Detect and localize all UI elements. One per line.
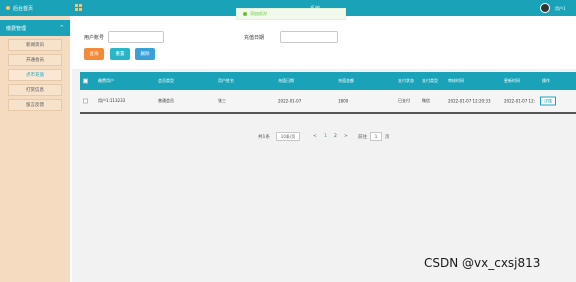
header-cell: 支付状态: [398, 78, 414, 83]
cell-user: 用户1:113233: [98, 98, 126, 103]
chevron-up-icon: ^: [59, 25, 64, 31]
main-content: 用户账号 充值日期 查询 重置 删除 缴费用户 会员类型 用户姓名 充值日期 充…: [72, 16, 576, 282]
goto-page-input[interactable]: 1: [370, 132, 382, 141]
sidebar-item-reward[interactable]: 打赏信息: [8, 84, 62, 96]
header-cell: 操作: [542, 78, 550, 83]
header-cell: 更新时间: [504, 78, 520, 83]
cell-pay-status: 已支付: [398, 98, 410, 103]
sidebar-home[interactable]: 后台首页: [0, 0, 70, 16]
detail-button[interactable]: 详情: [540, 96, 556, 106]
search-panel: 用户账号 充值日期 查询 重置 删除: [72, 16, 576, 69]
cell-pay-type: 微信: [422, 98, 430, 103]
toast-message: 添加成功!: [250, 11, 268, 16]
delete-button[interactable]: 删除: [135, 48, 155, 60]
page-suffix: 页: [385, 135, 390, 140]
header-cell: 充值日期: [278, 78, 294, 83]
recharge-date-label: 充值日期: [244, 35, 265, 41]
prev-page-button[interactable]: <: [313, 134, 317, 139]
header-cell: 充值金额: [338, 78, 354, 83]
header-cell: 缴费用户: [98, 78, 114, 83]
cell-amount: 1800: [338, 98, 349, 104]
header-cell: 用户姓名: [218, 78, 234, 83]
page-size-select[interactable]: 10条/页: [276, 132, 300, 141]
page-1-button[interactable]: 1: [324, 134, 327, 139]
sidebar-item-feedback[interactable]: 留言反馈: [8, 99, 62, 111]
cell-review-time: 2022-01-07 12:20:33: [448, 98, 491, 104]
row-checkbox[interactable]: [83, 98, 88, 104]
header-cell: 支付类型: [422, 78, 438, 83]
success-toast: 添加成功!: [236, 8, 346, 20]
home-icon: [6, 6, 10, 10]
recharge-date-input[interactable]: [280, 31, 338, 43]
page-2-button[interactable]: 2: [334, 134, 337, 139]
goto-label: 前往: [358, 135, 367, 140]
avatar[interactable]: [540, 3, 550, 13]
grid-menu-icon[interactable]: [75, 4, 82, 11]
header-cell: 审核时间: [448, 78, 464, 83]
header-cell: 会员类型: [158, 78, 174, 83]
select-all-checkbox[interactable]: [83, 78, 88, 84]
cell-recharge-date: 2022-01-07: [278, 98, 302, 104]
reset-button[interactable]: 重置: [110, 48, 130, 60]
pagination-total: 共1条: [258, 135, 270, 140]
sidebar-item-recharge[interactable]: 点币充值: [8, 69, 62, 81]
table-row[interactable]: 用户1:113233 普通会员 张三 2022-01-07 1800 已支付 微…: [80, 90, 576, 114]
sidebar-group-payment[interactable]: 缴费管理 ^: [0, 20, 70, 36]
user-account-label: 用户账号: [84, 35, 105, 41]
query-button[interactable]: 查询: [84, 48, 104, 60]
sidebar: 后台首页 缴费管理 ^ 新闻资讯 开通会员 点币充值 打赏信息 留言反馈: [0, 0, 70, 282]
cell-update-time: 2022-01-07 12:: [504, 98, 535, 104]
user-account-input[interactable]: [108, 31, 164, 43]
sidebar-home-label: 后台首页: [13, 5, 34, 12]
check-circle-icon: [243, 12, 247, 16]
sidebar-item-news[interactable]: 新闻资讯: [8, 39, 62, 51]
cell-user-name: 张三: [218, 98, 226, 103]
sidebar-item-membership[interactable]: 开通会员: [8, 54, 62, 66]
user-name[interactable]: 用户1: [555, 6, 566, 12]
next-page-button[interactable]: >: [344, 134, 348, 139]
watermark: CSDN @vx_cxsj813: [424, 256, 541, 270]
sidebar-group-label: 缴费管理: [6, 25, 27, 32]
table-header: 缴费用户 会员类型 用户姓名 充值日期 充值金额 支付状态 支付类型 审核时间 …: [80, 72, 576, 90]
data-table: 缴费用户 会员类型 用户姓名 充值日期 充值金额 支付状态 支付类型 审核时间 …: [80, 72, 576, 114]
cell-member-type: 普通会员: [158, 98, 174, 103]
